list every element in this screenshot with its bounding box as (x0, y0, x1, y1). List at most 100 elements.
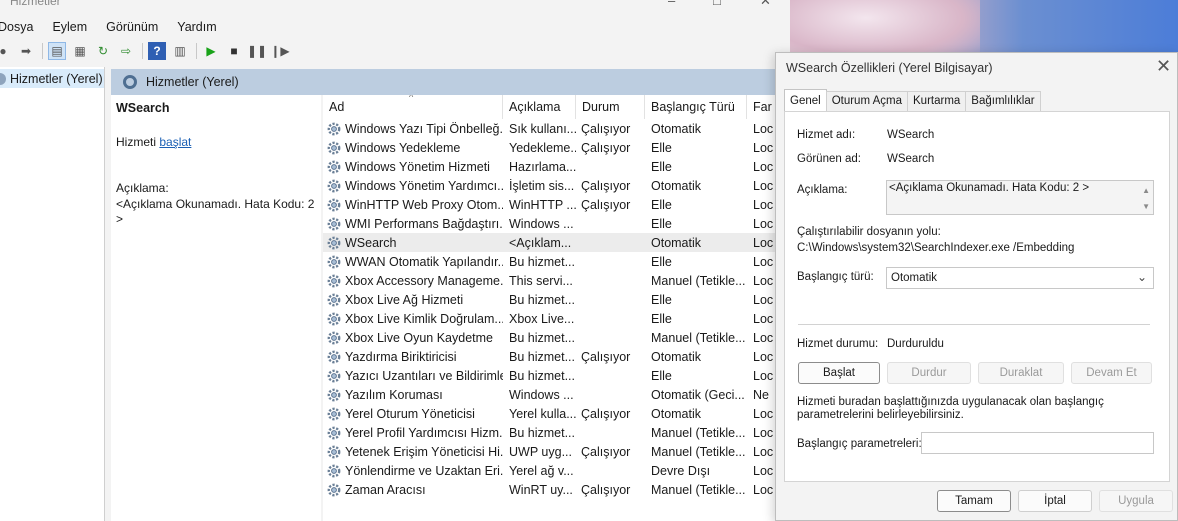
startup-type-label: Başlangıç türü: (797, 271, 874, 283)
service-name-text: Yerel Profil Yardımcısı Hizm... (345, 425, 503, 440)
service-name-text: Yazıcı Uzantıları ve Bildirimleri (345, 368, 503, 383)
details-view-icon[interactable]: ▥ (171, 42, 189, 60)
service-name-cell: Zaman Aracısı (323, 483, 503, 497)
table-row[interactable]: Yönlendirme ve Uzaktan Eri... Yerel ağ v.… (323, 461, 790, 480)
maximize-icon[interactable]: □ (713, 0, 721, 8)
exe-path-label: Çalıştırılabilir dosyanın yolu: (797, 226, 941, 238)
service-startup-cell: Otomatik (651, 349, 702, 364)
apply-button[interactable]: Uygula (1099, 490, 1173, 512)
cancel-button[interactable]: İptal (1018, 490, 1092, 512)
table-row[interactable]: Xbox Live Ağ Hizmeti Bu hizmet... Elle Loc (323, 290, 790, 309)
show-hide-console-tree-icon[interactable]: ▤ (48, 42, 66, 60)
stop-service-icon[interactable]: ■ (225, 42, 243, 60)
menu-file[interactable]: Dosya (0, 20, 33, 34)
table-row[interactable]: Xbox Live Oyun Kaydetme Bu hizmet... Manue… (323, 328, 790, 347)
scroll-down-icon[interactable]: ▼ (1142, 202, 1150, 211)
service-name-cell: Windows Yazı Tipi Önbelleğ... (323, 122, 503, 136)
service-description-cell: Hazırlama... (509, 159, 576, 174)
service-description-cell: Yedekleme... (509, 140, 576, 155)
service-name-text: Xbox Live Kimlik Doğrulam... (345, 311, 503, 326)
service-name-text: Yönlendirme ve Uzaktan Eri... (345, 463, 503, 478)
service-description-cell: Bu hizmet... (509, 292, 575, 307)
minimize-icon[interactable]: – (668, 0, 675, 8)
pause-service-icon[interactable]: ❚❚ (247, 42, 267, 60)
window-title: Hizmetler (10, 0, 61, 8)
service-name-cell: Xbox Live Oyun Kaydetme (323, 331, 503, 345)
back-icon[interactable]: ● (0, 42, 12, 60)
tab-dependencies[interactable]: Bağımlılıklar (965, 91, 1041, 111)
service-startup-cell: Devre Dışı (651, 463, 711, 478)
column-status[interactable]: Durum (576, 95, 645, 119)
table-row[interactable]: Windows Yönetim Yardımcı... İşletim sis..… (323, 176, 790, 195)
tab-recovery[interactable]: Kurtarma (907, 91, 967, 111)
desktop-wallpaper (790, 0, 1178, 60)
start-service-link[interactable]: başlat (159, 135, 191, 149)
dialog-tabs: Genel Oturum Açma Kurtarma Bağımlılıklar (784, 89, 1041, 111)
table-row[interactable]: WWAN Otomatik Yapılandır... Bu hizmet... E… (323, 252, 790, 271)
title-bar: Hizmetler – □ ✕ (0, 0, 790, 10)
startup-type-select[interactable]: Otomatik ⌄ (886, 267, 1154, 289)
service-description-cell: WinRT uy... (509, 482, 573, 497)
start-button[interactable]: Başlat (798, 362, 880, 384)
refresh-icon[interactable]: ↻ (94, 42, 112, 60)
service-startup-cell: Manuel (Tetikle... (651, 444, 746, 459)
start-params-hint: Hizmeti buradan başlattığınızda uygulana… (797, 396, 1104, 421)
table-row[interactable]: Yazılım Koruması Windows ... Otomatik (Gec… (323, 385, 790, 404)
stop-button[interactable]: Durdur (887, 362, 971, 384)
section-divider (798, 324, 1150, 325)
table-row[interactable]: Windows Yazı Tipi Önbelleğ... Sık kullanı… (323, 119, 790, 138)
scroll-up-icon[interactable]: ▲ (1142, 186, 1150, 195)
table-row[interactable]: Xbox Accessory Manageme... This servi... M… (323, 271, 790, 290)
wallpaper-image (790, 0, 980, 60)
description-field[interactable]: <Açıklama Okunamadı. Hata Kodu: 2 > ▲ ▼ (886, 180, 1154, 215)
table-row[interactable]: Windows Yönetim Hizmeti Hazırlama... Elle L… (323, 157, 790, 176)
column-description[interactable]: Açıklama (503, 95, 576, 119)
tab-log-on[interactable]: Oturum Açma (825, 91, 908, 111)
service-description-cell: This servi... (509, 273, 573, 288)
start-params-input[interactable] (921, 432, 1154, 454)
menu-help[interactable]: Yardım (177, 20, 216, 34)
table-row[interactable]: WSearch <Açıklam... Otomatik Loc (323, 233, 790, 252)
service-name-cell: Yerel Profil Yardımcısı Hizm... (323, 426, 503, 440)
pause-button[interactable]: Duraklat (978, 362, 1064, 384)
resume-button[interactable]: Devam Et (1071, 362, 1152, 384)
service-status-cell: Çalışıyor (581, 121, 631, 136)
help-icon[interactable]: ? (148, 42, 166, 60)
column-startup-type[interactable]: Başlangıç Türü (645, 95, 747, 119)
properties-pane-icon[interactable]: ▦ (71, 42, 89, 60)
export-list-icon[interactable]: ⇨ (117, 42, 135, 60)
close-icon[interactable]: ✕ (1156, 56, 1171, 77)
table-row[interactable]: Yazıcı Uzantıları ve Bildirimleri Bu hizm… (323, 366, 790, 385)
menu-action[interactable]: Eylem (52, 20, 87, 34)
gear-icon (327, 369, 341, 383)
tab-general[interactable]: Genel (784, 89, 827, 111)
menu-view[interactable]: Görünüm (106, 20, 158, 34)
table-row[interactable]: Zaman Aracısı WinRT uy... Çalışıyor Manuel … (323, 480, 790, 499)
sort-ascending-icon: ^ (409, 95, 414, 102)
table-row[interactable]: WMI Performans Bağdaştırı... Windows ... E… (323, 214, 790, 233)
table-row[interactable]: Windows Yedekleme Yedekleme... Çalışıyor El… (323, 138, 790, 157)
service-name-cell: Yazılım Koruması (323, 388, 503, 402)
close-icon[interactable]: ✕ (760, 0, 771, 9)
service-startup-cell: Elle (651, 140, 672, 155)
start-service-icon[interactable]: ▶ (202, 42, 220, 60)
table-row[interactable]: Yerel Oturum Yöneticisi Yerel kulla... Çal… (323, 404, 790, 423)
service-name-cell: Yazıcı Uzantıları ve Bildirimleri (323, 369, 503, 383)
service-startup-cell: Otomatik (651, 178, 702, 193)
ok-button[interactable]: Tamam (937, 490, 1011, 512)
chevron-down-icon: ⌄ (1136, 270, 1147, 284)
service-name-cell: Yetenek Erişim Yöneticisi Hi... (323, 445, 503, 459)
service-description-cell: Windows ... (509, 387, 574, 402)
table-row[interactable]: WinHTTP Web Proxy Otom... WinHTTP ... Çalı… (323, 195, 790, 214)
startup-type-value: Otomatik (891, 272, 938, 284)
table-row[interactable]: Xbox Live Kimlik Doğrulam... Xbox Live...… (323, 309, 790, 328)
table-row[interactable]: Yetenek Erişim Yöneticisi Hi... UWP uyg..… (323, 442, 790, 461)
service-startup-cell: Manuel (Tetikle... (651, 482, 746, 497)
tree-item-services-local[interactable]: Hizmetler (Yerel) (0, 69, 104, 88)
forward-icon[interactable]: ➡ (17, 42, 35, 60)
table-row[interactable]: Yazdırma Biriktiricisi Bu hizmet... Çalışı… (323, 347, 790, 366)
service-status-cell: Çalışıyor (581, 178, 631, 193)
restart-service-icon[interactable]: ❙▶ (270, 42, 289, 60)
service-startup-cell: Otomatik (Geci... (651, 387, 745, 402)
table-row[interactable]: Yerel Profil Yardımcısı Hizm... Bu hizmet… (323, 423, 790, 442)
